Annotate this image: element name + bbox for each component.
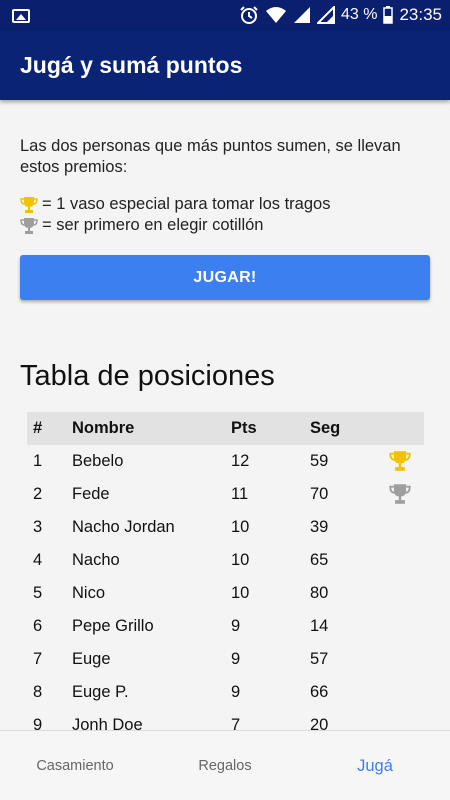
gold-trophy-icon bbox=[389, 451, 411, 471]
row-points: 9 bbox=[231, 617, 241, 635]
row-name: Nacho bbox=[72, 551, 120, 569]
prizes-intro-text: Las dos personas que más puntos sumen, s… bbox=[20, 137, 401, 176]
column-header-points: Pts bbox=[231, 419, 257, 437]
battery-level: 43 % bbox=[340, 6, 378, 23]
alarm-icon bbox=[240, 6, 258, 24]
row-name: Bebelo bbox=[72, 452, 124, 470]
table-row: 2 Fede 11 70 bbox=[27, 478, 424, 511]
nav-item-juga[interactable]: Jugá bbox=[314, 731, 436, 800]
clock: 23:35 bbox=[399, 5, 442, 24]
row-points: 9 bbox=[231, 650, 241, 668]
table-header: # Nombre Pts Seg bbox=[27, 412, 424, 445]
nav-item-regalos[interactable]: Regalos bbox=[164, 731, 286, 800]
row-seconds: 59 bbox=[310, 452, 329, 470]
row-position: 8 bbox=[33, 683, 43, 701]
row-position: 5 bbox=[33, 584, 43, 602]
play-button[interactable]: JUGAR! bbox=[20, 255, 430, 300]
row-points: 10 bbox=[231, 551, 250, 569]
signal-icon-2 bbox=[316, 6, 335, 24]
row-name: Fede bbox=[72, 485, 110, 503]
signal-icon bbox=[293, 7, 310, 23]
table-row: 7 Euge 9 57 bbox=[27, 643, 424, 676]
silver-trophy-icon bbox=[389, 484, 411, 504]
row-position: 4 bbox=[33, 551, 43, 569]
page-title: Jugá y sumá puntos bbox=[20, 52, 243, 78]
row-position: 1 bbox=[33, 452, 43, 470]
row-seconds: 57 bbox=[310, 650, 329, 668]
row-position: 7 bbox=[33, 650, 43, 668]
row-seconds: 65 bbox=[310, 551, 329, 569]
prize-second-text: = ser primero en elegir cotillón bbox=[42, 216, 264, 234]
table-row: 3 Nacho Jordan 10 39 bbox=[27, 511, 424, 544]
column-header-seconds: Seg bbox=[310, 419, 341, 437]
table-row: 4 Nacho 10 65 bbox=[27, 544, 424, 577]
nav-item-casamiento[interactable]: Casamiento bbox=[14, 731, 136, 800]
table-row: 1 Bebelo 12 59 bbox=[27, 445, 424, 478]
table-row: 5 Nico 10 80 bbox=[27, 577, 424, 610]
status-icons: 43 % 23:35 bbox=[239, 0, 442, 30]
row-seconds: 39 bbox=[310, 518, 329, 536]
row-name: Euge P. bbox=[72, 683, 129, 701]
wifi-icon bbox=[265, 7, 286, 23]
row-name: Nico bbox=[72, 584, 106, 602]
prize-first-text: = 1 vaso especial para tomar los tragos bbox=[42, 195, 331, 213]
row-position: 2 bbox=[33, 485, 43, 503]
table-row: 8 Euge P. 9 66 bbox=[27, 676, 424, 709]
row-points: 10 bbox=[231, 518, 250, 536]
table-row: 6 Pepe Grillo 9 14 bbox=[27, 610, 424, 643]
row-seconds: 14 bbox=[310, 617, 329, 635]
row-seconds: 80 bbox=[310, 584, 329, 602]
row-points: 10 bbox=[231, 584, 250, 602]
row-points: 9 bbox=[231, 683, 241, 701]
row-points: 11 bbox=[231, 485, 249, 503]
gold-trophy-icon bbox=[20, 196, 38, 213]
row-name: Pepe Grillo bbox=[72, 617, 154, 635]
leaderboard-title: Tabla de posiciones bbox=[20, 360, 275, 392]
bottom-nav: Casamiento Regalos Jugá bbox=[0, 730, 450, 800]
column-header-name: Nombre bbox=[72, 419, 135, 437]
table-body: 1 Bebelo 12 59 2 Fede 11 70 3 Nacho Jordan 10 39 4 Na… bbox=[27, 445, 424, 742]
prize-second: = ser primero en elegir cotillón bbox=[20, 216, 263, 235]
leaderboard-table: # Nombre Pts Seg 1 Bebelo 12 59 2 Fede 11 70 3 Na… bbox=[27, 412, 424, 742]
row-points: 12 bbox=[231, 452, 250, 470]
status-bar: 43 % 23:35 bbox=[0, 0, 450, 30]
app-bar: Jugá y sumá puntos bbox=[0, 30, 450, 100]
image-icon bbox=[12, 9, 30, 23]
column-header-position: # bbox=[33, 419, 43, 437]
row-position: 6 bbox=[33, 617, 43, 635]
row-name: Nacho Jordan bbox=[72, 518, 175, 536]
row-name: Euge bbox=[72, 650, 111, 668]
row-seconds: 70 bbox=[310, 485, 329, 503]
row-position: 3 bbox=[33, 518, 43, 536]
prize-first: = 1 vaso especial para tomar los tragos bbox=[20, 195, 330, 214]
row-seconds: 66 bbox=[310, 683, 329, 701]
silver-trophy-icon bbox=[20, 217, 38, 234]
battery-icon bbox=[383, 6, 394, 24]
